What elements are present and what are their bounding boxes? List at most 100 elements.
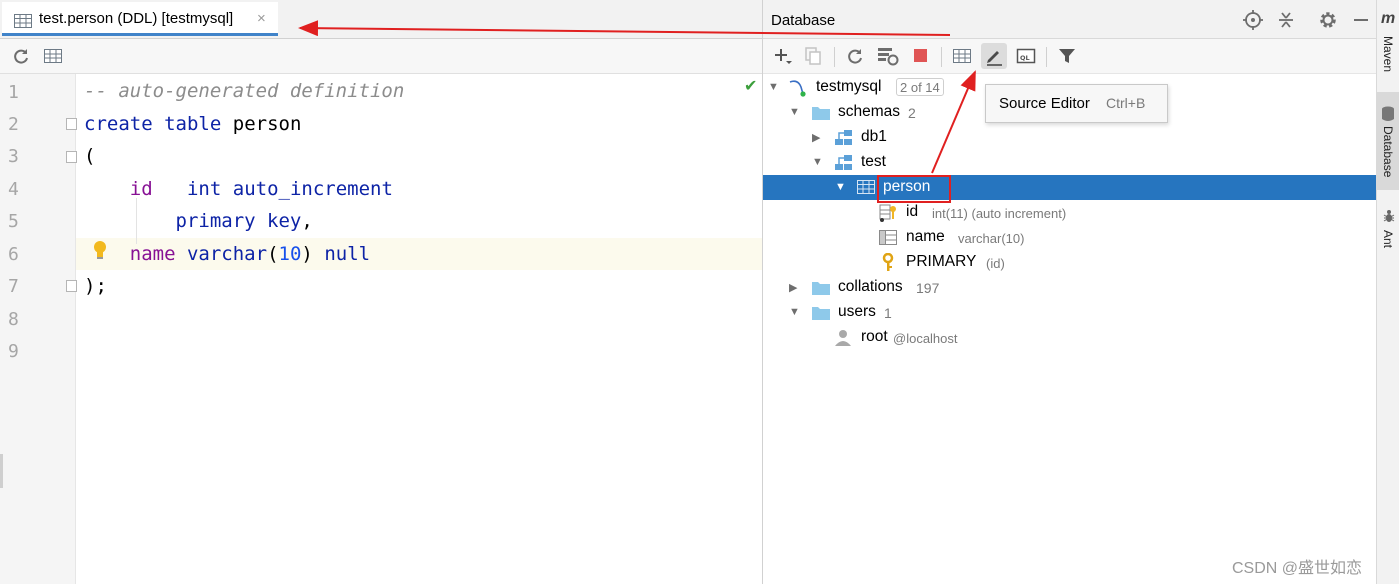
code-keyword: auto_increment [232,178,393,200]
line-number: 6 [8,244,19,265]
code-keyword: int [186,178,222,200]
editor-tab[interactable]: test.person (DDL) [testmysql] × [2,2,278,36]
code-keyword: null [324,243,371,265]
tree-item-label: test [861,153,886,170]
table-icon [857,180,875,194]
panel-title: Database [771,12,836,29]
tree-item-column-id[interactable]: id int(11) (auto increment) [763,200,1377,225]
schema-count-badge[interactable]: 2 of 14 [896,78,944,96]
database-toolbar: QL [763,39,1377,74]
code-line-4: id int auto_increment [84,178,393,200]
expand-arrow-icon[interactable]: ▼ [789,106,800,118]
line-number: 8 [8,309,19,330]
edit-source-button[interactable] [981,43,1007,69]
code-keyword: key [267,210,302,232]
table-icon [14,14,32,28]
line-number: 9 [8,341,19,362]
editor-toolbar [0,39,762,74]
toolbar-separator [834,47,835,67]
code-number: 10 [278,243,302,265]
code-line-6: name varchar(10) null [84,243,370,265]
key-name: PRIMARY [906,253,977,270]
editor-tab-bar: test.person (DDL) [testmysql] × [0,0,762,39]
database-panel-header: Database [763,0,1377,39]
line-number: 1 [8,82,19,103]
folder-icon [811,280,831,296]
line-number-gutter: 1 2 3 4 5 6 7 8 9 [0,74,77,584]
code-keyword: table [164,113,222,135]
tree-item-root-user[interactable]: root @localhost [763,325,1377,350]
right-tool-stripe: m Maven Database Ant [1376,0,1399,584]
tree-item-column-name[interactable]: name varchar(10) [763,225,1377,250]
database-icon [1381,106,1395,122]
ant-icon [1382,208,1396,224]
code-editor[interactable]: -- auto-generated definition create tabl… [76,74,762,584]
tab-title: test.person (DDL) [testmysql] [39,10,234,27]
user-name: root [861,328,888,345]
code-field: id [129,178,153,200]
refresh-icon[interactable] [11,46,31,66]
tree-item-label: users [838,303,876,320]
close-icon[interactable]: × [257,10,266,27]
locate-icon[interactable] [1243,10,1263,30]
folder-icon [811,305,831,321]
code-line-3: ( [84,145,95,167]
stop-icon[interactable] [911,46,931,66]
key-columns: (id) [986,256,1005,271]
console-icon[interactable]: QL [1016,46,1036,66]
duplicate-icon[interactable] [803,46,823,66]
line-number: 2 [8,114,19,135]
line-number: 7 [8,276,19,297]
tree-item-label: schemas [838,103,901,120]
expand-arrow-icon[interactable]: ▶ [812,131,820,144]
expand-arrow-icon[interactable]: ▼ [812,156,823,168]
tree-item-count: 2 [908,105,916,121]
code-keyword: create [84,113,153,135]
expand-arrow-icon[interactable]: ▼ [768,81,779,93]
maven-logo-icon: m [1381,10,1396,27]
column-type: varchar(10) [958,231,1025,246]
ant-tool-button[interactable]: Ant [1381,230,1395,248]
svg-text:QL: QL [1020,54,1030,62]
add-icon[interactable] [773,46,793,66]
code-punct: , [301,210,313,232]
connection-name: testmysql [816,78,882,95]
database-panel: Database QL ▼ testmysql 2 of 14 ▼ schema… [762,0,1377,584]
code-keyword: primary [175,210,256,232]
tree-item-count: 1 [884,305,892,321]
tree-item-users[interactable]: ▼ users 1 [763,300,1377,325]
tooltip-shortcut: Ctrl+B [1106,95,1146,111]
refresh-icon[interactable] [845,46,865,66]
check-icon[interactable]: ✔ [744,76,757,96]
code-punct: ); [84,275,107,297]
code-line-7: ); [84,275,107,297]
database-tool-button[interactable]: Database [1377,92,1399,190]
folder-icon [811,105,831,121]
sync-schema-icon[interactable] [877,46,899,66]
expand-arrow-icon[interactable]: ▼ [789,306,800,318]
tree-item-test[interactable]: ▼ test [763,150,1377,175]
expand-arrow-icon[interactable]: ▼ [835,181,846,193]
toolbar-separator [1046,47,1047,67]
filter-icon[interactable] [1057,46,1077,66]
scroll-marker [0,454,3,488]
tree-item-person[interactable]: ▼ person [763,175,1377,200]
column-name: name [906,228,945,245]
minimize-icon[interactable] [1351,10,1371,30]
schema-icon [834,154,854,172]
column-icon [879,230,897,246]
collapse-icon[interactable] [1276,10,1296,30]
table-icon[interactable] [952,46,972,66]
expand-arrow-icon[interactable]: ▶ [789,281,797,294]
tooltip: Source Editor Ctrl+B [985,84,1168,123]
schema-icon [834,129,854,147]
gear-icon[interactable] [1318,10,1338,30]
lightbulb-icon[interactable] [92,240,108,260]
maven-tool-button[interactable]: Maven [1381,36,1395,72]
user-icon [834,329,852,347]
table-view-icon[interactable] [43,46,63,66]
tree-item-primary-key[interactable]: PRIMARY (id) [763,250,1377,275]
annotation-highlight-box [877,175,951,203]
tree-item-collations[interactable]: ▶ collations 197 [763,275,1377,300]
tree-item-db1[interactable]: ▶ db1 [763,125,1377,150]
